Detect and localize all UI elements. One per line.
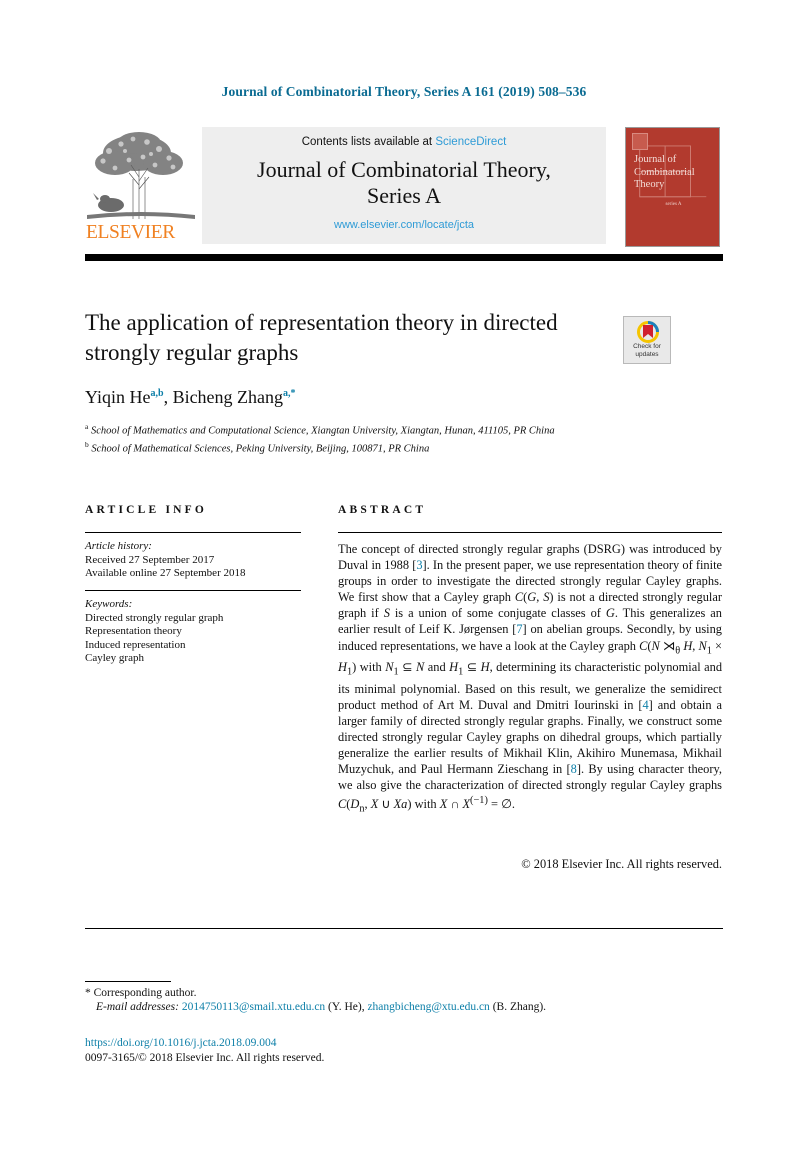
email-owner: (B. Zhang) — [492, 1001, 544, 1013]
journal-title-line-2: Series A — [367, 183, 441, 208]
article-history: Article history: Received 27 September 2… — [85, 540, 315, 581]
email-owner: (Y. He) — [328, 1001, 362, 1013]
journal-cover-thumbnail[interactable]: Journal of Combinatorial Theory series A — [625, 127, 720, 247]
affiliation-text: School of Mathematics and Computational … — [90, 425, 555, 437]
affiliation-marker: a — [85, 422, 89, 431]
paper-page: Journal of Combinatorial Theory, Series … — [0, 0, 808, 1162]
affiliation-item: b School of Mathematical Sciences, Pekin… — [85, 438, 685, 456]
crossmark-icon — [637, 321, 659, 343]
cover-elsevier-mark — [632, 133, 648, 150]
doi-link[interactable]: https://doi.org/10.1016/j.jcta.2018.09.0… — [85, 1036, 725, 1051]
journal-title: Journal of Combinatorial Theory, Series … — [202, 157, 606, 209]
email-period: . — [543, 1001, 547, 1013]
email-link[interactable]: zhangbicheng@xtu.edu.cn — [367, 1001, 489, 1013]
keywords-label: Keywords: — [85, 598, 133, 610]
footnote-rule — [85, 981, 171, 983]
corresponding-marker: * — [85, 987, 91, 999]
keyword-item: Directed strongly regular graph — [85, 611, 224, 624]
email-addresses-note: E-mail addresses: 2014750113@smail.xtu.e… — [96, 1000, 736, 1015]
journal-url-link[interactable]: www.elsevier.com/locate/jcta — [202, 219, 606, 231]
keyword-item: Representation theory — [85, 625, 182, 638]
article-history-line: Available online 27 September 2018 — [85, 567, 246, 580]
affiliations: a School of Mathematics and Computationa… — [85, 420, 685, 455]
affiliation-marker: b — [85, 439, 89, 449]
page-title: The application of representation theory… — [85, 310, 558, 365]
cover-series: series A — [665, 202, 682, 207]
masthead-bottom-band — [85, 254, 723, 261]
contents-prefix: Contents lists available at — [301, 136, 436, 148]
email-separator: , — [361, 1001, 365, 1013]
issn-copyright-line: 0097-3165/© 2018 Elsevier Inc. All right… — [85, 1052, 325, 1064]
corresponding-author-note: * Corresponding author. — [85, 986, 725, 1001]
affiliation-text: School of Mathematical Sciences, Peking … — [91, 443, 430, 455]
abstract-body: The concept of directed strongly regular… — [338, 542, 723, 815]
article-history-label: Article history: — [85, 540, 152, 552]
elsevier-wordmark: ELSEVIER — [86, 222, 175, 243]
info-rule-top — [85, 532, 301, 534]
abstract-rule-top — [338, 532, 722, 534]
cover-title: Journal of Combinatorial Theory — [634, 154, 695, 190]
running-head: Journal of Combinatorial Theory, Series … — [221, 84, 587, 99]
journal-masthead: ELSEVIER Contents lists available at Sci… — [85, 127, 720, 249]
keyword-item: Cayley graph — [85, 652, 144, 665]
email-link[interactable]: 2014750113@smail.xtu.edu.cn — [182, 1001, 325, 1013]
article-info-heading: ARTICLE INFO — [85, 504, 208, 516]
affiliation-item: a School of Mathematics and Computationa… — [85, 420, 685, 438]
article-history-line: Received 27 September 2017 — [85, 553, 215, 566]
info-rule-mid — [85, 590, 301, 591]
journal-banner: Contents lists available at ScienceDirec… — [202, 127, 606, 244]
abstract-bottom-rule — [85, 928, 723, 930]
keywords-block: Keywords: Directed strongly regular grap… — [85, 598, 315, 666]
contents-available-line: Contents lists available at ScienceDirec… — [202, 136, 606, 148]
abstract-copyright: © 2018 Elsevier Inc. All rights reserved… — [521, 857, 722, 871]
elsevier-logo-block: ELSEVIER — [85, 127, 197, 249]
crossmark-label: Check for updates — [633, 343, 661, 358]
journal-title-line-1: Journal of Combinatorial Theory, — [257, 157, 551, 182]
keyword-item: Induced representation — [85, 638, 186, 651]
elsevier-tree-icon — [85, 127, 197, 225]
abstract-heading: ABSTRACT — [338, 504, 427, 516]
crossmark-badge[interactable]: Check for updates — [623, 316, 671, 364]
email-label: E-mail addresses: — [96, 1001, 179, 1013]
sciencedirect-link[interactable]: ScienceDirect — [435, 136, 506, 148]
author-list: Yiqin Hea,b, Bicheng Zhanga,* — [85, 387, 296, 407]
corresponding-text: Corresponding author. — [93, 987, 197, 999]
